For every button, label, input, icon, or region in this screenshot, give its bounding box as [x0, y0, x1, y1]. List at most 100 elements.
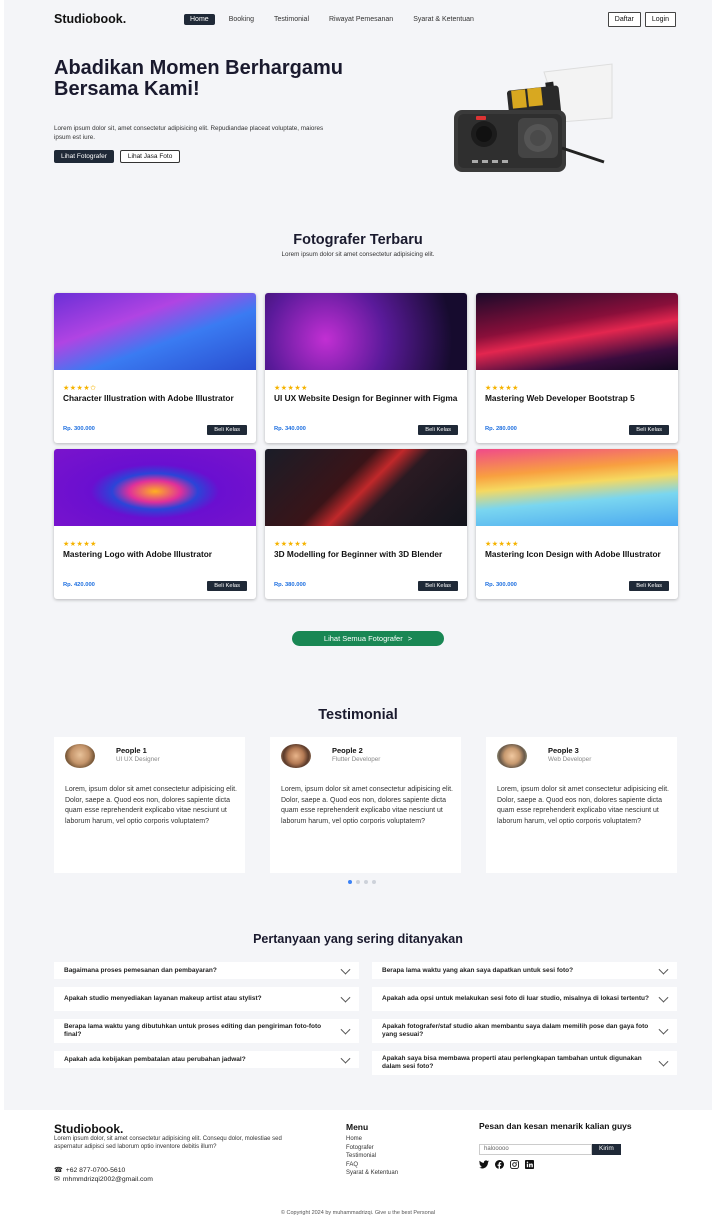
footer-link-fotografer[interactable]: Fotografer — [346, 1144, 398, 1153]
buy-class-button[interactable]: Beli Kelas — [418, 425, 458, 435]
faq-item[interactable]: Apakah saya bisa membawa properti atau p… — [372, 1051, 677, 1075]
faq-title: Pertanyaan yang sering ditanyakan — [253, 932, 463, 946]
faq-column-right: Berapa lama waktu yang akan saya dapatka… — [372, 962, 677, 1075]
footer-brand: Studiobook. — [54, 1122, 124, 1136]
footer-link-faq[interactable]: FAQ — [346, 1161, 398, 1170]
faq-item[interactable]: Apakah ada kebijakan pembatalan atau per… — [54, 1051, 359, 1068]
facebook-icon[interactable] — [495, 1160, 504, 1169]
testimonial-card: People 2 Flutter Developer Lorem, ipsum … — [270, 737, 461, 873]
twitter-icon[interactable] — [479, 1160, 489, 1169]
buy-class-button[interactable]: Beli Kelas — [629, 581, 669, 591]
brand-logo[interactable]: Studiobook. — [54, 12, 184, 26]
photographer-card[interactable]: ★★★★★ Mastering Logo with Adobe Illustra… — [54, 449, 256, 599]
testimonial-text: Lorem, ipsum dolor sit amet consectetur … — [497, 786, 669, 825]
faq-item[interactable]: Berapa lama waktu yang dibutuhkan untuk … — [54, 1019, 359, 1043]
card-price: Rp. 340.000 — [274, 426, 306, 432]
buy-class-button[interactable]: Beli Kelas — [418, 581, 458, 591]
card-image — [265, 449, 467, 526]
testimonial-name: People 2 — [332, 746, 363, 755]
chevron-down-icon — [658, 964, 669, 975]
footer-menu-title: Menu — [346, 1122, 369, 1132]
faq-question: Apakah ada kebijakan pembatalan atau per… — [64, 1055, 246, 1063]
faq-question: Apakah saya bisa membawa properti atau p… — [382, 1055, 642, 1070]
testimonial-title: Testimonial — [318, 707, 398, 723]
card-image — [265, 293, 467, 370]
phone-icon: ☎ — [54, 1167, 63, 1174]
faq-item[interactable]: Apakah studio menyediakan layanan makeup… — [54, 987, 359, 1011]
rating-stars: ★★★★✩ — [63, 385, 97, 392]
mail-icon: ✉ — [54, 1176, 60, 1183]
social-links — [479, 1160, 534, 1169]
nav-item-riwayat[interactable]: Riwayat Pemesanan — [323, 14, 399, 25]
instagram-icon[interactable] — [510, 1160, 519, 1169]
photographers-subtitle: Lorem ipsum dolor sit amet consectetur a… — [281, 251, 435, 258]
card-title: Mastering Web Developer Bootstrap 5 — [485, 393, 635, 403]
carousel-dot[interactable] — [356, 880, 360, 884]
rating-stars: ★★★★★ — [485, 541, 519, 548]
testimonial-role: Flutter Developer — [332, 756, 381, 763]
see-all-photographers-button[interactable]: Lihat Semua Fotografer > — [292, 631, 444, 646]
rating-stars: ★★★★★ — [63, 541, 97, 548]
card-price: Rp. 420.000 — [63, 582, 95, 588]
card-price: Rp. 280.000 — [485, 426, 517, 432]
faq-question: Bagaimana proses pemesanan dan pembayara… — [64, 966, 217, 974]
chevron-down-icon — [340, 964, 351, 975]
auth-buttons: Daftar Login — [607, 11, 676, 27]
testimonial-text: Lorem, ipsum dolor sit amet consectetur … — [65, 786, 237, 825]
buy-class-button[interactable]: Beli Kelas — [207, 581, 247, 591]
carousel-dot[interactable] — [372, 880, 376, 884]
footer-link-home[interactable]: Home — [346, 1135, 398, 1144]
faq-item[interactable]: Berapa lama waktu yang akan saya dapatka… — [372, 962, 677, 979]
footer-link-testimonial[interactable]: Testimonial — [346, 1152, 398, 1161]
faq-question: Berapa lama waktu yang akan saya dapatka… — [382, 966, 574, 974]
photographer-card[interactable]: ★★★★✩ Character Illustration with Adobe … — [54, 293, 256, 443]
nav-item-syarat[interactable]: Syarat & Ketentuan — [407, 14, 480, 25]
chevron-down-icon — [340, 992, 351, 1003]
footer-link-syarat[interactable]: Syarat & Ketentuan — [346, 1169, 398, 1178]
faq-item[interactable]: Apakah ada opsi untuk melakukan sesi fot… — [372, 987, 677, 1011]
nav-menu: Home Booking Testimonial Riwayat Pemesan… — [184, 13, 488, 25]
testimonial-card: People 3 Web Developer Lorem, ipsum dolo… — [486, 737, 677, 873]
chevron-down-icon — [340, 1053, 351, 1064]
footer-phone: ☎ +62 877-0700-5610 — [54, 1166, 125, 1175]
chevron-down-icon — [658, 1056, 669, 1067]
feedback-input[interactable]: halooooo — [479, 1144, 592, 1155]
carousel-dot[interactable] — [364, 880, 368, 884]
testimonial-role: Web Developer — [548, 756, 592, 763]
testimonial-role: UI UX Designer — [116, 756, 160, 763]
camera-illustration — [454, 63, 613, 172]
chevron-down-icon — [340, 1024, 351, 1035]
nav-item-booking[interactable]: Booking — [223, 14, 260, 25]
view-photographers-button[interactable]: Lihat Fotografer — [54, 150, 114, 163]
send-button[interactable]: Kirim — [592, 1144, 621, 1155]
card-image — [54, 293, 256, 370]
nav-item-testimonial[interactable]: Testimonial — [268, 14, 315, 25]
avatar — [65, 744, 95, 768]
card-image — [476, 449, 678, 526]
photographer-card[interactable]: ★★★★★ Mastering Web Developer Bootstrap … — [476, 293, 678, 443]
footer-email: ✉ mhmmdrizqi2002@gmail.com — [54, 1175, 153, 1184]
testimonial-name: People 1 — [116, 746, 147, 755]
faq-item[interactable]: Bagaimana proses pemesanan dan pembayara… — [54, 962, 359, 979]
chevron-right-icon: > — [407, 634, 413, 643]
see-all-label: Lihat Semua Fotografer — [323, 634, 403, 643]
footer-menu: Home Fotografer Testimonial FAQ Syarat &… — [346, 1135, 398, 1178]
carousel-dot[interactable] — [348, 880, 352, 884]
card-price: Rp. 300.000 — [63, 426, 95, 432]
photographer-card[interactable]: ★★★★★ 3D Modelling for Beginner with 3D … — [265, 449, 467, 599]
view-services-button[interactable]: Lihat Jasa Foto — [119, 150, 181, 163]
login-button[interactable]: Login — [644, 11, 676, 27]
card-image — [476, 293, 678, 370]
faq-item[interactable]: Apakah fotografer/staf studio akan memba… — [372, 1019, 677, 1043]
testimonial-carousel: People 1 UI UX Designer Lorem, ipsum dol… — [54, 737, 678, 873]
hero-description: Lorem ipsum dolor sit, amet consectetur … — [54, 125, 324, 141]
register-button[interactable]: Daftar — [607, 11, 641, 27]
navbar: Studiobook. Home Booking Testimonial Riw… — [54, 8, 676, 30]
linkedin-icon[interactable] — [525, 1160, 534, 1169]
nav-item-home[interactable]: Home — [184, 13, 215, 25]
photographer-card[interactable]: ★★★★★ Mastering Icon Design with Adobe I… — [476, 449, 678, 599]
rating-stars: ★★★★★ — [485, 385, 519, 392]
buy-class-button[interactable]: Beli Kelas — [207, 425, 247, 435]
photographer-card[interactable]: ★★★★★ UI UX Website Design for Beginner … — [265, 293, 467, 443]
buy-class-button[interactable]: Beli Kelas — [629, 425, 669, 435]
